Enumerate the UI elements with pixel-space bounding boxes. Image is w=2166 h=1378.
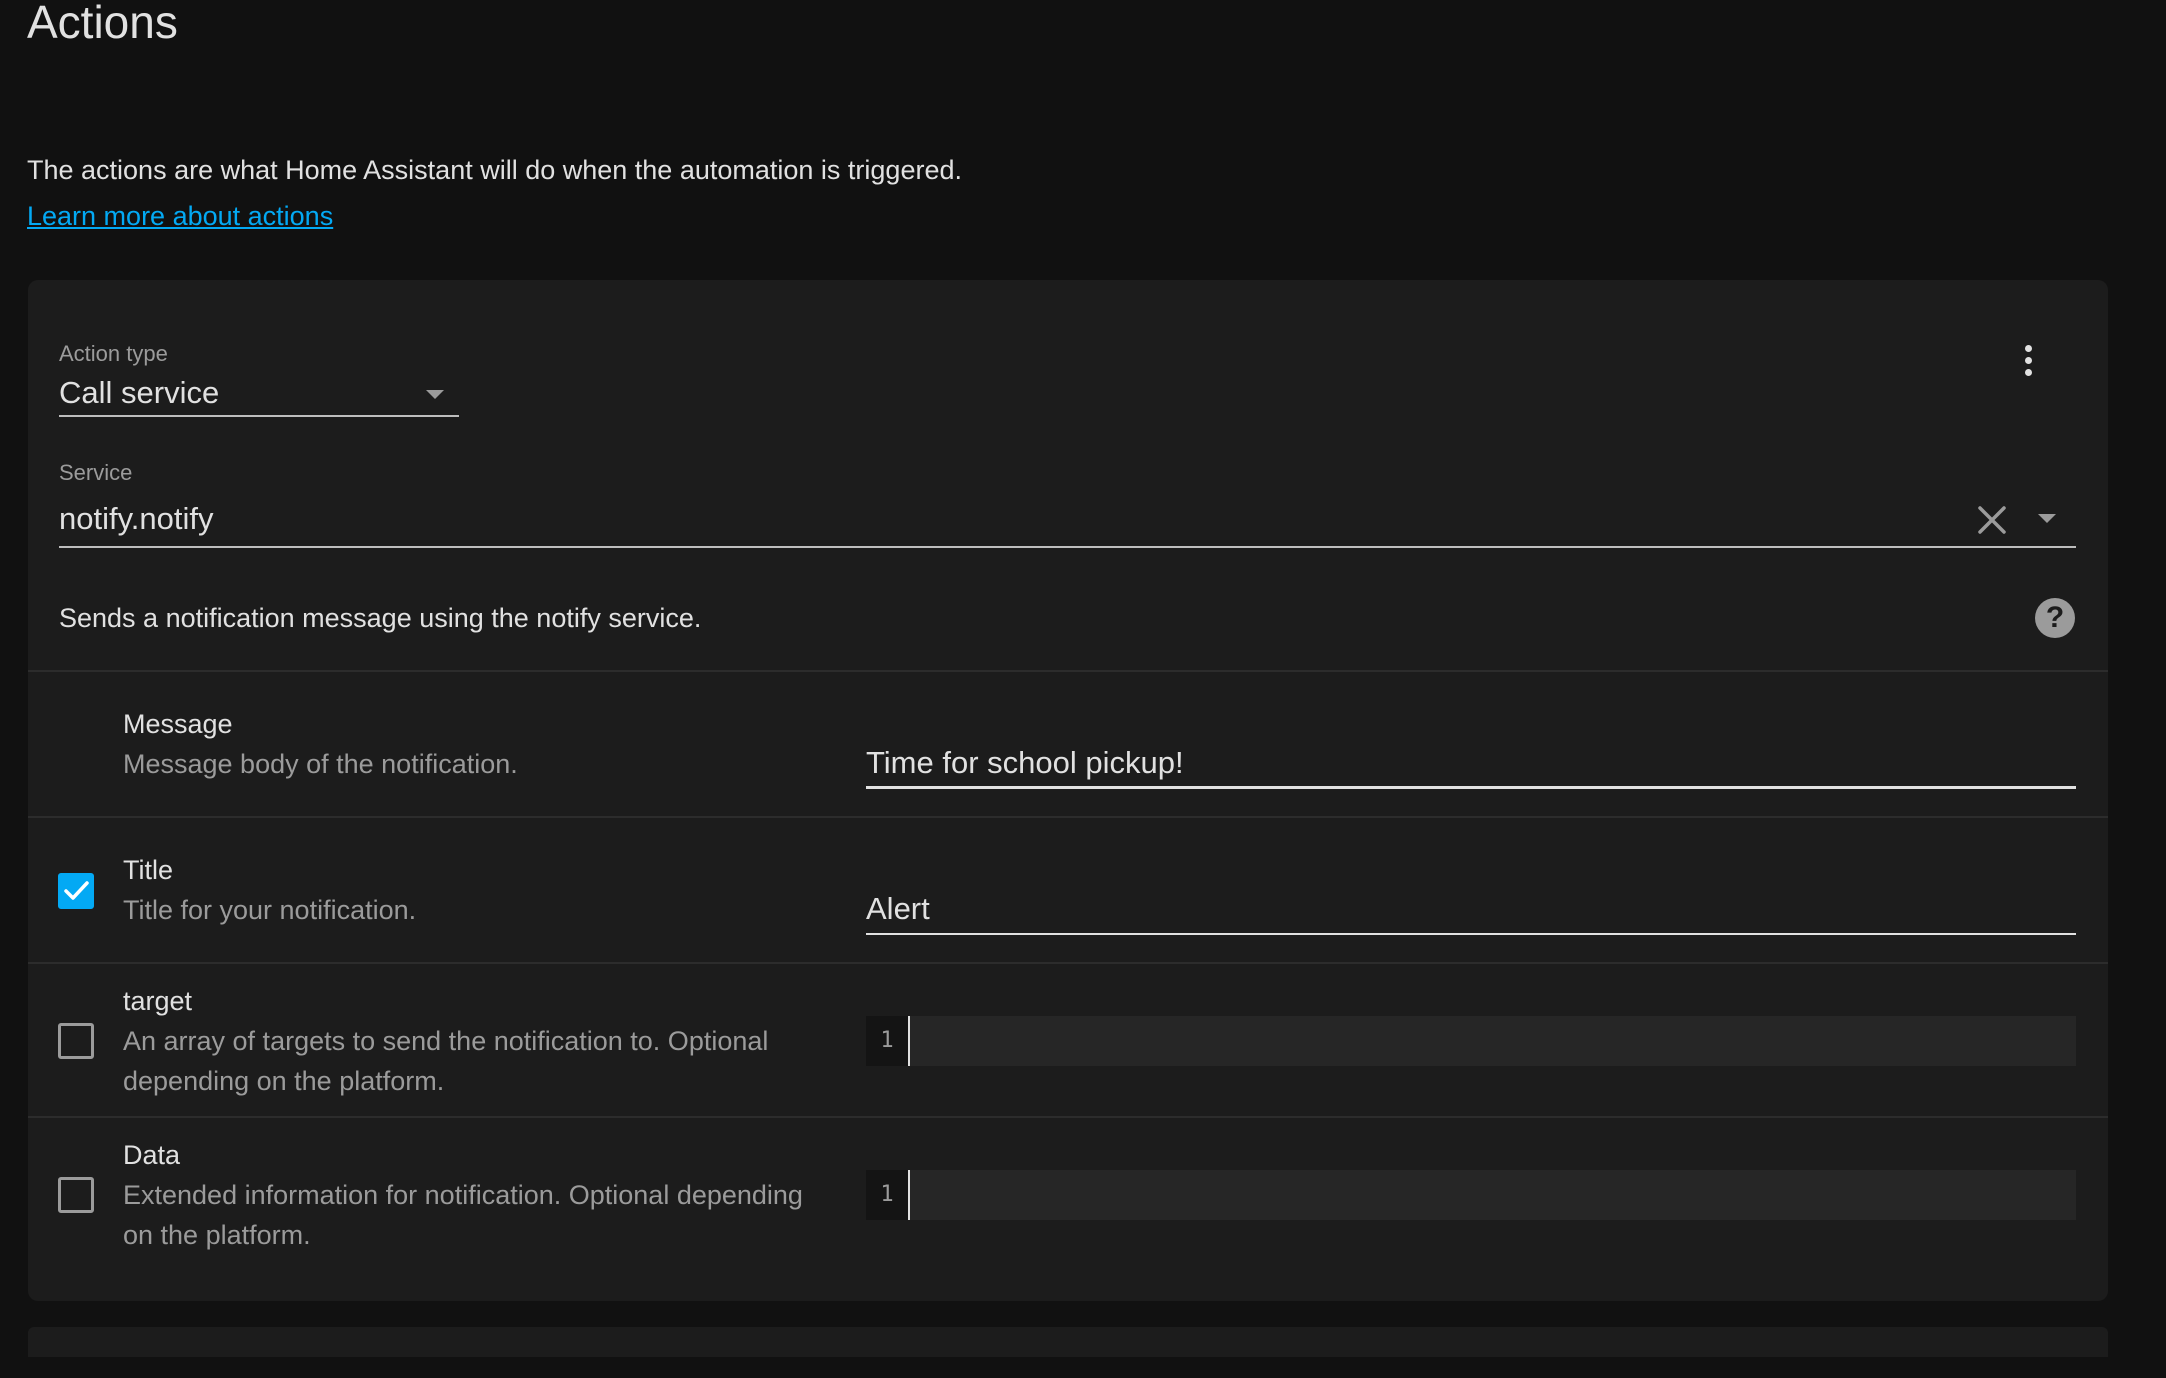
- action-overflow-button[interactable]: [2008, 336, 2048, 384]
- service-dropdown-icon[interactable]: [2038, 514, 2056, 523]
- field-name: target: [123, 986, 193, 1016]
- divider: [28, 962, 2108, 964]
- service-description: Sends a notification message using the n…: [59, 603, 702, 633]
- actions-page: Actions The actions are what Home Assist…: [0, 0, 2166, 1378]
- field-name: Title: [123, 855, 174, 885]
- field-name: Message: [123, 709, 233, 739]
- line-number: 1: [866, 1016, 908, 1066]
- action-type-label: Action type: [59, 341, 168, 366]
- line-number: 1: [866, 1170, 908, 1220]
- check-icon: [64, 881, 89, 900]
- service-underline: [59, 546, 2076, 548]
- divider: [28, 816, 2108, 818]
- data-code-editor[interactable]: 1: [866, 1170, 2076, 1220]
- page-title: Actions: [27, 0, 178, 48]
- text-caret: [908, 1170, 910, 1220]
- next-action-card: [28, 1327, 2108, 1357]
- message-input-value: Time for school pickup!: [866, 745, 1184, 780]
- target-code-editor[interactable]: 1: [866, 1016, 2076, 1066]
- menu-down-icon: [426, 390, 444, 399]
- title-input-underline: [866, 933, 2076, 935]
- target-checkbox[interactable]: [58, 1023, 94, 1059]
- field-name: Data: [123, 1140, 181, 1170]
- intro-text: The actions are what Home Assistant will…: [27, 155, 962, 185]
- data-checkbox[interactable]: [58, 1177, 94, 1213]
- action-type-underline: [59, 415, 459, 417]
- divider: [28, 670, 2108, 672]
- dots-vertical-icon: [2024, 344, 2032, 352]
- close-icon: [1978, 506, 2006, 534]
- message-input-underline: [866, 786, 2076, 789]
- divider: [28, 1116, 2108, 1118]
- action-card: [28, 280, 2108, 1301]
- text-caret: [908, 1016, 910, 1066]
- title-checkbox[interactable]: [58, 873, 94, 909]
- clear-service-button[interactable]: [1972, 500, 2012, 540]
- field-help: An array of targets to send the notifica…: [123, 1026, 769, 1096]
- field-help: Extended information for notification. O…: [123, 1180, 803, 1250]
- learn-more-link[interactable]: Learn more about actions: [27, 198, 333, 234]
- field-help: Title for your notification.: [123, 895, 417, 925]
- action-type-value: Call service: [59, 375, 220, 410]
- service-value: notify.notify: [59, 501, 214, 536]
- field-help: Message body of the notification.: [123, 749, 518, 779]
- help-circle-icon[interactable]: ?: [2035, 598, 2075, 638]
- title-input-value: Alert: [866, 891, 930, 926]
- service-label: Service: [59, 460, 133, 485]
